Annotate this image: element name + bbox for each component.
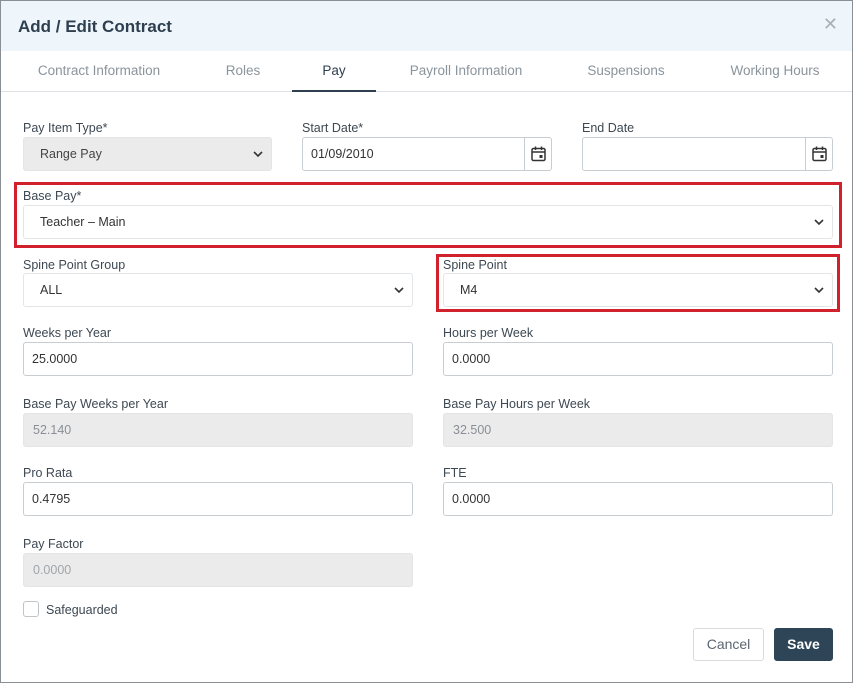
pay-item-type-label: Pay Item Type* [23,121,108,135]
start-date-label: Start Date* [302,121,364,135]
chevron-down-icon [394,287,404,294]
base-pay-label: Base Pay* [23,189,82,203]
end-date-field[interactable] [582,137,833,171]
pro-rata-input[interactable]: 0.4795 [23,482,413,516]
cancel-button[interactable]: Cancel [693,628,764,661]
start-date-field[interactable]: 01/09/2010 [302,137,552,171]
fte-input[interactable]: 0.0000 [443,482,833,516]
spine-point-select[interactable]: M4 [443,273,833,307]
spine-point-group-value: ALL [40,283,63,297]
pay-item-type-select[interactable]: Range Pay [23,137,272,171]
start-date-calendar-button[interactable] [524,138,551,170]
hours-per-week-label: Hours per Week [443,326,534,340]
tab-roles[interactable]: Roles [203,51,283,92]
dialog-header: Add / Edit Contract ✕ [1,1,852,51]
spine-point-group-label: Spine Point Group [23,258,126,272]
tab-working-hours[interactable]: Working Hours [715,51,835,92]
pay-factor-label: Pay Factor [23,537,84,551]
base-pay-weeks-per-year-label: Base Pay Weeks per Year [23,397,168,411]
pay-item-type-value: Range Pay [40,147,102,161]
base-pay-hours-per-week-label: Base Pay Hours per Week [443,397,591,411]
tab-suspensions[interactable]: Suspensions [571,51,681,92]
start-date-value: 01/09/2010 [311,147,374,161]
fte-label: FTE [443,466,467,480]
tab-pay[interactable]: Pay [292,51,376,92]
weeks-per-year-label: Weeks per Year [23,326,112,340]
tab-payroll-information[interactable]: Payroll Information [396,51,536,92]
chevron-down-icon [814,219,824,226]
tab-bar: Contract Information Roles Pay Payroll I… [1,51,852,92]
spine-point-value: M4 [460,283,478,297]
tab-contract-information[interactable]: Contract Information [19,51,179,92]
close-icon[interactable]: ✕ [823,15,838,33]
base-pay-hours-per-week-input: 32.500 [443,413,833,447]
end-date-calendar-button[interactable] [805,138,832,170]
save-button[interactable]: Save [774,628,833,661]
chevron-down-icon [814,287,824,294]
calendar-icon [531,146,546,162]
base-pay-select[interactable]: Teacher – Main [23,205,833,239]
base-pay-weeks-per-year-input: 52.140 [23,413,413,447]
end-date-label: End Date [582,121,635,135]
safeguarded-checkbox[interactable] [23,601,39,617]
safeguarded-label: Safeguarded [46,603,118,617]
chevron-down-icon [253,151,263,158]
add-edit-contract-dialog: Add / Edit Contract ✕ Contract Informati… [0,0,853,683]
spine-point-label: Spine Point [443,258,507,272]
weeks-per-year-input[interactable]: 25.0000 [23,342,413,376]
hours-per-week-input[interactable]: 0.0000 [443,342,833,376]
pro-rata-label: Pro Rata [23,466,73,480]
pay-factor-input: 0.0000 [23,553,413,587]
base-pay-value: Teacher – Main [40,215,126,229]
spine-point-group-select[interactable]: ALL [23,273,413,307]
calendar-icon [812,146,827,162]
dialog-title: Add / Edit Contract [18,17,172,36]
